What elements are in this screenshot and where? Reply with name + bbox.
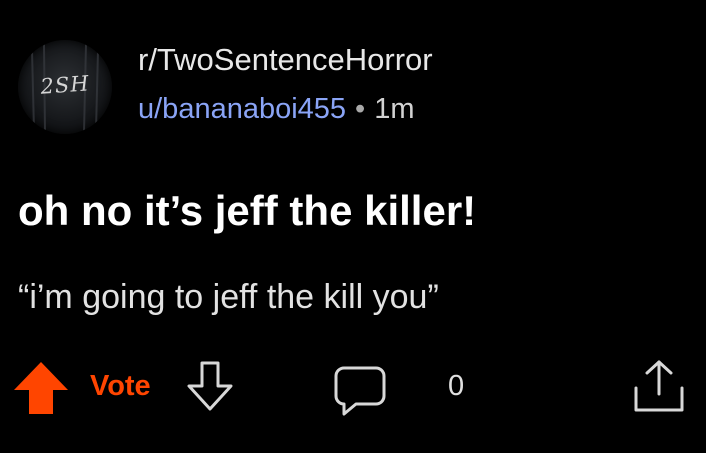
arrow-up-icon [14, 362, 68, 414]
comment-count: 0 [448, 370, 465, 402]
arrow-down-icon [187, 361, 233, 411]
subreddit-name[interactable]: r/TwoSentenceHorror [138, 42, 433, 78]
downvote-button[interactable] [186, 360, 234, 412]
share-button[interactable] [630, 358, 688, 414]
share-upload-icon [634, 360, 684, 412]
post-body: “i’m going to jeff the kill you” [18, 278, 439, 316]
vote-label: Vote [90, 370, 151, 402]
meta-separator: • [355, 93, 366, 125]
upvote-button[interactable] [12, 360, 70, 416]
post-title[interactable]: oh no it’s jeff the killer! [18, 186, 476, 236]
author-username[interactable]: u/bananaboi455 [138, 93, 346, 125]
post-card: 2SH r/TwoSentenceHorror u/bananaboi455 • 1… [0, 0, 706, 453]
post-meta: u/bananaboi455 • 1m [138, 92, 415, 126]
post-age: 1m [374, 93, 415, 125]
speech-bubble-icon [334, 366, 386, 416]
comments-button[interactable] [334, 364, 386, 416]
subreddit-avatar[interactable]: 2SH [18, 40, 112, 134]
